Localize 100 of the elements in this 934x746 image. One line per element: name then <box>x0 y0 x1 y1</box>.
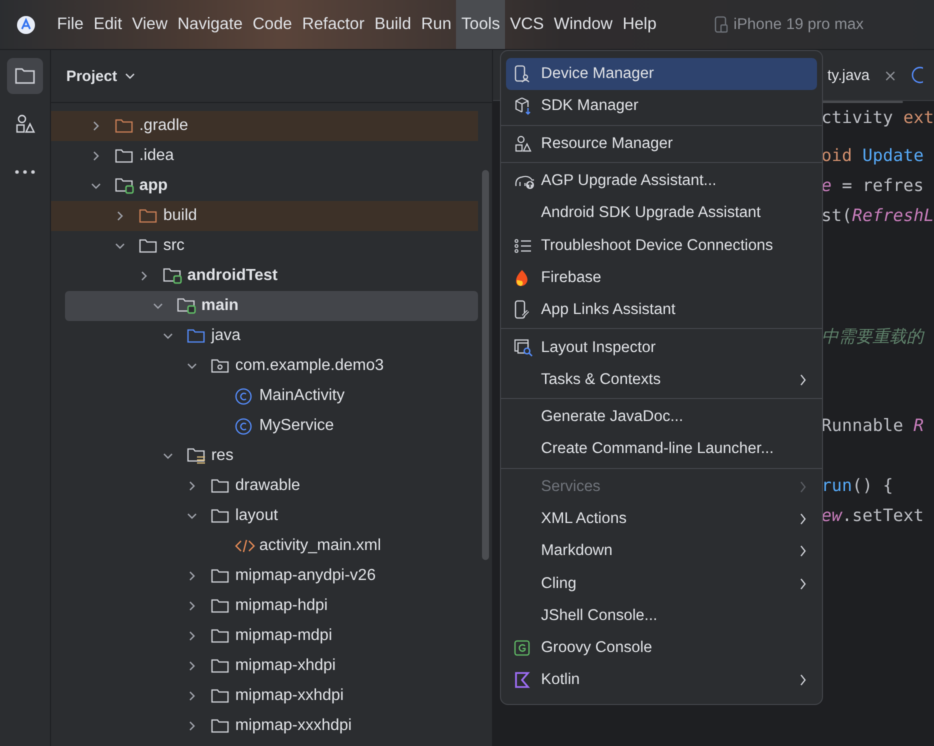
chevron-right-icon[interactable] <box>139 271 150 281</box>
scrollbar-thumb[interactable] <box>482 170 490 560</box>
tree-row[interactable]: com.example.demo3 <box>51 351 478 381</box>
device-icon <box>714 16 728 34</box>
menu-item[interactable]: VCS <box>504 0 549 49</box>
chevron-right-icon[interactable] <box>187 601 198 611</box>
menu-item[interactable]: Troubleshoot Device Connections <box>506 229 817 262</box>
menu-item[interactable]: Cling <box>506 567 817 600</box>
menu-item[interactable]: Window <box>548 0 618 49</box>
menu-item[interactable]: Navigate <box>172 0 248 49</box>
project-tool-button[interactable] <box>7 58 44 94</box>
menu-item[interactable]: Code <box>248 0 298 49</box>
chevron-right-icon <box>799 578 807 590</box>
tree-row[interactable]: .idea <box>51 141 478 171</box>
logo-icon <box>16 14 36 34</box>
chevron-right-icon[interactable] <box>187 481 198 491</box>
menu-item[interactable]: File <box>52 0 89 49</box>
code-line: run() { <box>821 476 894 496</box>
package-icon <box>211 358 230 374</box>
folder-icon <box>211 598 230 614</box>
chevron-right-icon[interactable] <box>187 631 198 641</box>
flame-icon <box>514 268 530 287</box>
menu-item[interactable]: Tools <box>456 0 505 49</box>
tree-row[interactable]: src <box>51 231 478 261</box>
tree-row[interactable]: app <box>51 171 478 201</box>
module-folder-icon <box>115 177 136 195</box>
groovy-icon <box>514 640 530 656</box>
code-line: ctivity ext <box>821 108 934 128</box>
code-file-icon <box>235 538 256 554</box>
folder-icon <box>211 478 230 494</box>
chevron-down-icon[interactable] <box>187 511 198 521</box>
menu-item[interactable]: Layout Inspector <box>506 331 817 364</box>
class-icon <box>235 388 252 404</box>
chevron-right-icon <box>799 674 807 686</box>
menu-item[interactable]: App Links Assistant <box>506 294 817 326</box>
tree-row[interactable]: mipmap-anydpi-v26 <box>51 561 478 591</box>
chevron-down-icon[interactable] <box>115 241 126 251</box>
menu-item[interactable]: Create Command-line Launcher... <box>506 433 817 466</box>
tree-row[interactable]: androidTest <box>51 261 478 291</box>
tree-row[interactable]: drawable <box>51 471 478 501</box>
chevron-right-icon[interactable] <box>91 151 102 161</box>
menu-item[interactable]: Generate JavaDoc... <box>506 400 817 434</box>
menu-item[interactable]: Help <box>618 0 662 49</box>
menu-item[interactable]: Tasks & Contexts <box>506 364 817 396</box>
chevron-right-icon <box>799 513 807 525</box>
tree-row[interactable]: main <box>65 291 478 321</box>
tree-row[interactable]: mipmap-xxhdpi <box>51 681 478 711</box>
device-selector[interactable]: iPhone 19 pro max <box>734 16 864 34</box>
shapes-icon <box>514 134 532 153</box>
tree-row[interactable]: MainActivity <box>51 381 478 411</box>
tree-row[interactable]: java <box>51 321 478 351</box>
tree-row[interactable]: layout <box>51 501 478 531</box>
cube-download-icon <box>514 97 532 116</box>
tree-row[interactable]: res <box>51 441 478 471</box>
menu-item[interactable]: Device Manager <box>506 58 817 90</box>
chevron-down-icon[interactable] <box>163 451 174 461</box>
menu-item[interactable]: Edit <box>88 0 128 49</box>
close-icon[interactable]: × <box>884 66 898 84</box>
menu-item[interactable]: XML Actions <box>506 502 817 536</box>
folder-icon <box>211 508 230 524</box>
folder-icon <box>187 328 206 344</box>
chevron-down-icon[interactable] <box>187 361 198 371</box>
kotlin-icon <box>514 672 530 688</box>
tree-row[interactable]: mipmap-xxxhdpi <box>51 711 478 741</box>
menu-item[interactable]: Kotlin <box>506 664 817 697</box>
chevron-right-icon[interactable] <box>187 721 198 731</box>
chevron-right-icon[interactable] <box>187 571 198 581</box>
menu-item[interactable]: Firebase <box>506 262 817 294</box>
class-icon[interactable] <box>911 66 924 84</box>
menu-item[interactable]: Markdown <box>506 535 817 568</box>
menu-item[interactable]: AGP Upgrade Assistant... <box>506 164 817 198</box>
chevron-down-icon[interactable] <box>153 301 164 311</box>
menu-item[interactable]: Android SDK Upgrade Assistant <box>506 197 817 230</box>
tree-row[interactable]: MyService <box>51 411 478 441</box>
tree-row[interactable]: activity_main.xml <box>51 531 478 561</box>
menu-item[interactable]: Build <box>369 0 416 49</box>
chevron-right-icon[interactable] <box>187 691 198 701</box>
chevron-down-icon[interactable] <box>125 72 136 80</box>
folder-icon <box>14 66 36 86</box>
menu-item[interactable]: Groovy Console <box>506 632 817 664</box>
chevron-down-icon[interactable] <box>163 331 174 341</box>
tree-row[interactable]: mipmap-hdpi <box>51 591 478 621</box>
chevron-right-icon[interactable] <box>115 211 126 221</box>
editor-tab[interactable]: ty.java <box>827 66 870 84</box>
menu-item[interactable]: Run <box>416 0 456 49</box>
menu-item[interactable]: JShell Console... <box>506 600 817 632</box>
tree-row[interactable]: .gradle <box>51 111 478 141</box>
menu-item[interactable]: SDK Manager <box>506 90 817 123</box>
menu-item[interactable]: Resource Manager <box>506 128 817 160</box>
resource-folder-icon <box>187 447 208 465</box>
phone-link-icon <box>514 300 530 320</box>
menu-item[interactable]: View <box>127 0 172 49</box>
tree-row[interactable]: build <box>51 201 478 231</box>
chevron-right-icon[interactable] <box>187 661 198 671</box>
chevron-right-icon[interactable] <box>91 121 102 131</box>
tree-row[interactable]: mipmap-xhdpi <box>51 651 478 681</box>
chevron-down-icon[interactable] <box>91 181 102 191</box>
panel-title[interactable]: Project <box>66 68 118 84</box>
tree-row[interactable]: mipmap-mdpi <box>51 621 478 651</box>
menu-item[interactable]: Refactor <box>297 0 370 49</box>
